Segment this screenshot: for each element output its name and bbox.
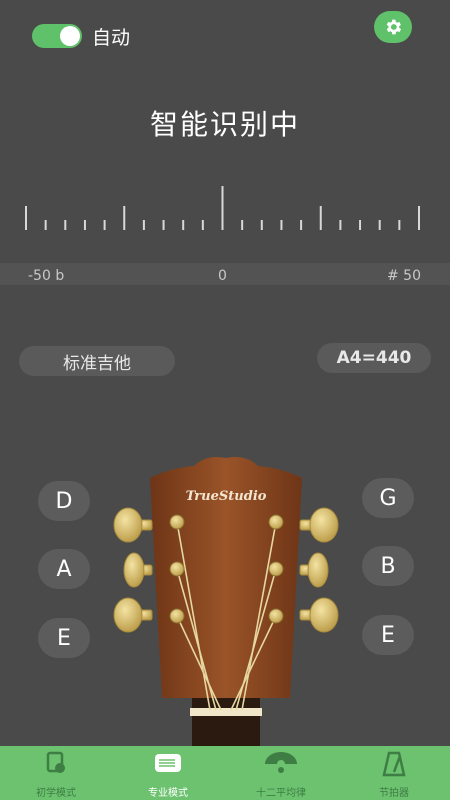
beginner-mode-icon	[46, 751, 65, 773]
reference-pitch-label: A4=440	[336, 348, 412, 368]
nav-pro-mode[interactable]: 专业模式	[112, 746, 224, 800]
string-label-d: D	[55, 488, 73, 514]
nav-beginner-mode[interactable]: 初学模式	[0, 746, 112, 800]
string-label-high-e: E	[381, 622, 395, 648]
reference-pitch-button[interactable]: A4=440	[317, 343, 431, 373]
guitar-headstock: TrueStudio	[113, 457, 339, 748]
string-label-g: G	[379, 485, 397, 511]
nav-metronome[interactable]: 节拍器	[338, 746, 450, 800]
nav-label: 十二平均律	[256, 788, 306, 799]
metronome-icon	[382, 751, 406, 777]
meter-center-label: 0	[218, 268, 227, 284]
string-button-g[interactable]: G	[362, 478, 414, 518]
bottom-navigation: 初学模式 专业模式 十二平均律 节拍器	[0, 746, 450, 800]
auto-toggle[interactable]	[32, 24, 82, 48]
string-label-b: B	[380, 553, 396, 579]
nav-equal-temperament[interactable]: 十二平均律	[225, 746, 337, 800]
string-button-low-e[interactable]: E	[38, 618, 90, 658]
string-button-b[interactable]: B	[362, 546, 414, 586]
settings-button[interactable]	[374, 11, 412, 43]
string-label-a: A	[56, 556, 72, 582]
meter-left-label: -50 b	[28, 268, 65, 284]
meter-right-label: # 50	[387, 268, 421, 284]
string-button-a[interactable]: A	[38, 549, 90, 589]
string-button-d[interactable]: D	[38, 481, 90, 521]
detection-status-title: 智能识别中	[149, 108, 300, 141]
tuning-selector-button[interactable]: 标准吉他	[19, 346, 175, 376]
pro-mode-icon	[155, 754, 181, 772]
fan-scale-icon	[265, 752, 297, 773]
nav-label: 节拍器	[379, 788, 409, 799]
auto-label: 自动	[92, 27, 131, 49]
tuning-meter	[25, 186, 420, 230]
toggle-knob	[60, 26, 80, 46]
nav-label: 专业模式	[148, 788, 188, 799]
string-button-high-e[interactable]: E	[362, 615, 414, 655]
string-label-low-e: E	[57, 625, 71, 651]
tuning-selector-label: 标准吉他	[63, 353, 131, 374]
gear-icon	[386, 19, 402, 35]
nav-label: 初学模式	[36, 788, 76, 799]
brand-logo: TrueStudio	[186, 489, 267, 504]
